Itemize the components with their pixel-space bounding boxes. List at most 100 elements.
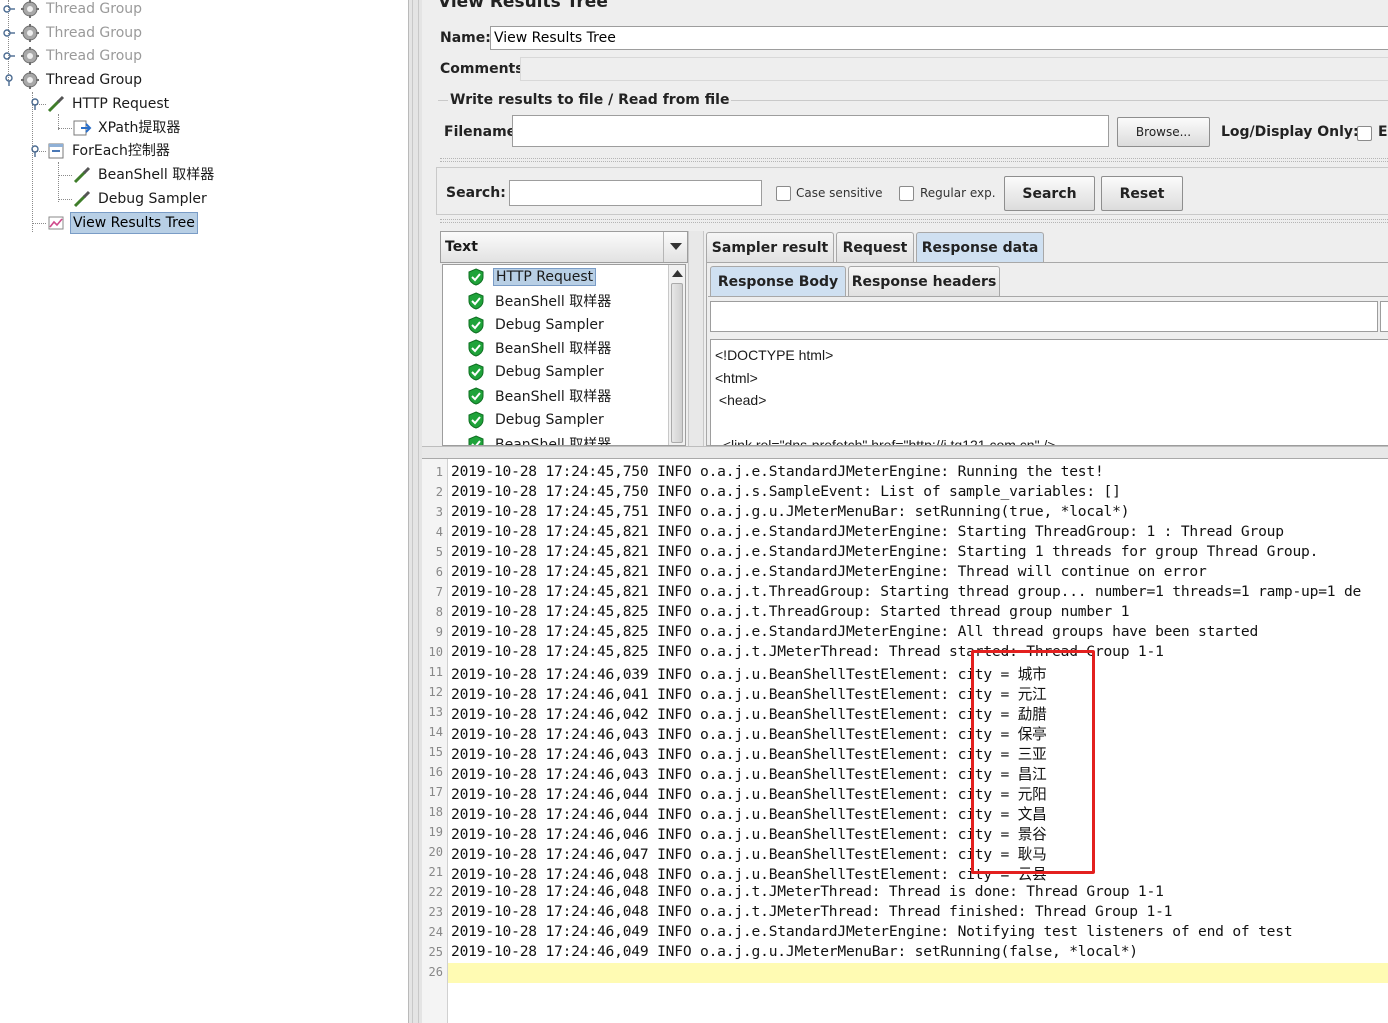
regular-exp-checkbox[interactable] (899, 186, 914, 201)
log-line: 2019-10-28 17:24:46,043 INFO o.a.j.u.Bea… (451, 766, 1047, 783)
log-viewer[interactable]: 1 2 3 4 5 6 7 8 9 10 11 12 13 14 15 16 17 18 19 20 21 22 23 24 2… (422, 458, 1388, 1023)
log-line: 2019-10-28 17:24:46,049 INFO o.a.j.e.Sta… (451, 923, 1293, 940)
line-number: 26 (428, 965, 443, 979)
search-input[interactable] (509, 180, 762, 206)
tree-item-thread-group-2[interactable]: Thread Group (0, 22, 144, 44)
scroll-up-icon[interactable] (669, 267, 686, 281)
log-line: 2019-10-28 17:24:45,750 INFO o.a.j.s.Sam… (451, 483, 1121, 500)
tree-item-thread-group-1[interactable]: Thread Group (0, 0, 144, 20)
sample-result-item[interactable]: BeanShell 取样器 (467, 337, 613, 359)
collapse-toggle-icon[interactable] (0, 70, 18, 90)
search-button[interactable]: Search (1004, 176, 1095, 211)
success-shield-icon (468, 363, 484, 381)
browse-button[interactable]: Browse... (1117, 117, 1210, 147)
comments-input[interactable] (520, 57, 1388, 81)
sample-result-label: Debug Sampler (495, 364, 604, 381)
tree-item-view-results-tree[interactable]: View Results Tree (46, 212, 198, 234)
current-line-highlight (448, 963, 1388, 983)
log-line: 2019-10-28 17:24:46,041 INFO o.a.j.u.Bea… (451, 686, 1047, 703)
gear-icon (20, 46, 40, 66)
tree-item-http-request[interactable]: HTTP Request (26, 93, 171, 115)
sample-result-item[interactable]: HTTP Request (467, 266, 597, 288)
pipette-icon (46, 94, 66, 114)
tree-item-label: Debug Sampler (98, 191, 207, 207)
tab-response-headers[interactable]: Response headers (848, 266, 1000, 296)
collapse-toggle-icon[interactable] (26, 94, 44, 114)
divider (440, 158, 1388, 162)
line-number: 14 (428, 725, 443, 739)
gear-icon (20, 0, 40, 19)
success-shield-icon (468, 411, 484, 429)
response-line: <head> (715, 392, 767, 408)
controller-icon (46, 141, 66, 161)
tree-item-thread-group-3[interactable]: Thread Group (0, 45, 144, 67)
expand-toggle-icon[interactable] (0, 0, 18, 19)
log-line: 2019-10-28 17:24:45,821 INFO o.a.j.e.Sta… (451, 523, 1284, 540)
tab-response-body[interactable]: Response Body (710, 266, 846, 296)
sample-result-label: BeanShell 取样器 (495, 341, 612, 358)
tree-item-label: View Results Tree (70, 212, 198, 234)
tab-response-data[interactable]: Response data (916, 232, 1044, 262)
tree-item-foreach-controller[interactable]: ForEach控制器 (26, 140, 172, 162)
sample-list-scrollbar[interactable] (668, 265, 685, 445)
sample-result-item[interactable]: Debug Sampler (467, 361, 606, 383)
tree-item-xpath-extractor[interactable]: XPath提取器 (72, 117, 182, 139)
pipette-icon (72, 165, 92, 185)
response-body-text[interactable]: <!DOCTYPE html> <html> <head> <link rel="… (710, 339, 1388, 446)
tree-item-label: BeanShell 取样器 (98, 167, 215, 183)
log-display-errors-checkbox[interactable] (1357, 126, 1372, 141)
tree-connector (58, 199, 72, 200)
log-display-only-label: Log/Display Only: (1221, 124, 1359, 140)
sample-result-label: BeanShell 取样器 (495, 389, 612, 405)
sample-result-item[interactable]: BeanShell 取样器 (467, 385, 613, 407)
log-line: 2019-10-28 17:24:45,821 INFO o.a.j.e.Sta… (451, 543, 1319, 560)
list-splitter[interactable] (688, 231, 704, 446)
name-input[interactable] (490, 26, 1388, 50)
tree-item-beanshell-sampler[interactable]: BeanShell 取样器 (72, 164, 216, 186)
response-search-field[interactable] (710, 301, 1378, 332)
renderer-combo[interactable]: Text (440, 231, 688, 263)
divider (440, 219, 1388, 223)
search-label: Search: (446, 185, 506, 201)
log-line: 2019-10-28 17:24:46,048 INFO o.a.j.u.Bea… (451, 866, 1047, 883)
sample-results-list[interactable]: HTTP Request BeanShell 取样器 Debug Sampler Be… (442, 264, 686, 446)
log-line: 2019-10-28 17:24:46,047 INFO o.a.j.u.Bea… (451, 846, 1047, 863)
success-shield-icon (468, 292, 484, 310)
log-line: 2019-10-28 17:24:46,042 INFO o.a.j.u.Bea… (451, 706, 1047, 723)
log-line: 2019-10-28 17:24:45,825 INFO o.a.j.e.Sta… (451, 623, 1259, 640)
line-number: 9 (435, 625, 443, 639)
extractor-icon (72, 118, 92, 138)
log-splitter[interactable] (422, 446, 1388, 458)
tab-request[interactable]: Request (836, 232, 914, 262)
sample-result-label: Debug Sampler (495, 411, 604, 428)
log-line: 2019-10-28 17:24:46,043 INFO o.a.j.u.Bea… (451, 726, 1047, 743)
line-number: 19 (428, 825, 443, 839)
sample-result-item[interactable]: BeanShell 取样器 (467, 290, 613, 312)
tab-sampler-result[interactable]: Sampler result (706, 232, 834, 262)
collapse-toggle-icon[interactable] (26, 141, 44, 161)
reset-button[interactable]: Reset (1101, 176, 1183, 211)
response-line: <html> (715, 369, 758, 386)
expand-toggle-icon[interactable] (0, 23, 18, 43)
tree-item-label: Thread Group (46, 48, 143, 64)
tree-item-debug-sampler[interactable]: Debug Sampler (72, 188, 209, 210)
log-line: 2019-10-28 17:24:46,049 INFO o.a.j.g.u.J… (451, 943, 1138, 960)
line-number: 15 (428, 745, 443, 759)
sample-result-item[interactable]: Debug Sampler (467, 314, 606, 336)
case-sensitive-checkbox[interactable] (776, 186, 791, 201)
line-number: 17 (428, 785, 443, 799)
sample-result-item[interactable]: Debug Sampler (467, 409, 606, 431)
filename-input[interactable] (512, 115, 1109, 147)
splitter-grip (412, 0, 419, 1023)
tree-item-thread-group-4[interactable]: Thread Group (0, 69, 144, 91)
log-line: 2019-10-28 17:24:45,750 INFO o.a.j.e.Sta… (451, 463, 1104, 480)
sample-result-item[interactable]: BeanShell 取样器 (467, 433, 613, 446)
tree-item-label: HTTP Request (72, 96, 170, 112)
line-number: 3 (435, 505, 443, 519)
chevron-down-icon[interactable] (663, 232, 687, 262)
pane-splitter[interactable] (408, 0, 422, 1023)
sample-result-label: BeanShell 取样器 (495, 436, 612, 446)
scroll-thumb[interactable] (671, 283, 683, 443)
expand-toggle-icon[interactable] (0, 46, 18, 66)
test-plan-tree[interactable]: Thread Group Thread Group Thread Group T… (0, 0, 408, 1023)
